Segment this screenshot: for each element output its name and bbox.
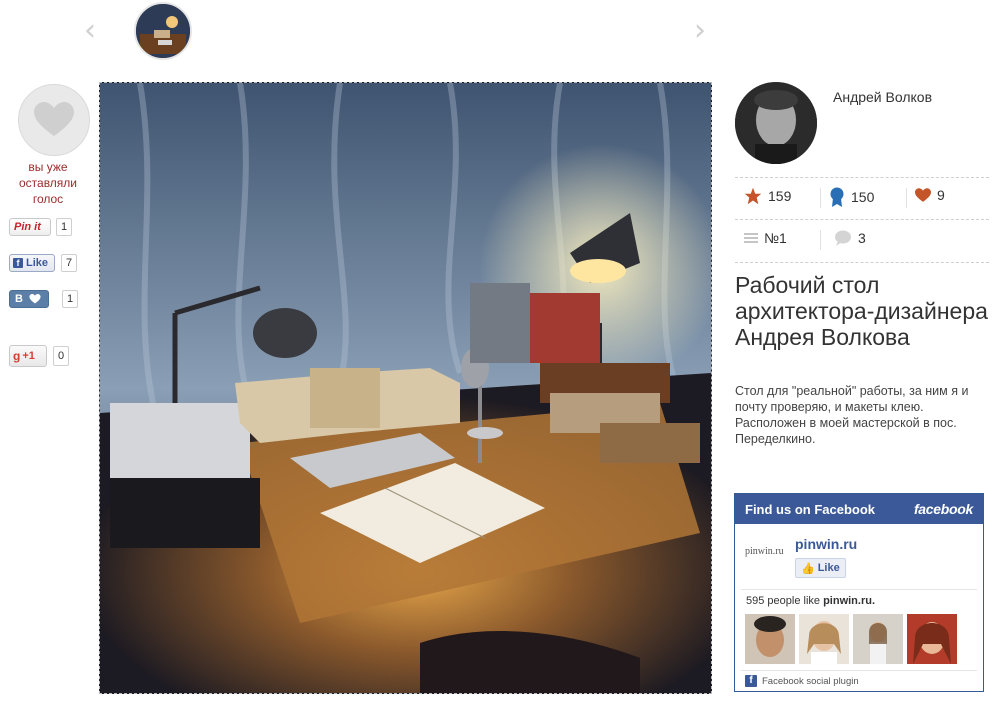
google-plus-button[interactable]: g +1 bbox=[9, 345, 47, 367]
likes-stat: 9 bbox=[915, 187, 945, 203]
prev-arrow-icon[interactable]: ‹ bbox=[84, 16, 96, 46]
facebook-like-button[interactable]: f Like bbox=[9, 254, 55, 272]
comments-stat[interactable]: 3 bbox=[834, 230, 866, 246]
vk-label: В bbox=[15, 293, 23, 305]
facebook-page-like-button[interactable]: 👍 Like bbox=[795, 558, 846, 578]
facebook-fan-avatar[interactable] bbox=[745, 614, 795, 664]
vote-status-text: вы уже оставляли голос bbox=[18, 160, 77, 206]
post-description: Стол для "реальной" работы, за ним я и п… bbox=[735, 384, 969, 446]
facebook-plugin-label[interactable]: Facebook social plugin bbox=[762, 676, 859, 687]
author-avatar[interactable] bbox=[735, 82, 817, 164]
facebook-fan-avatar[interactable] bbox=[907, 614, 957, 664]
stars-stat: 159 bbox=[744, 187, 791, 205]
facebook-page-name[interactable]: pinwin.ru bbox=[795, 536, 857, 552]
vote-button[interactable] bbox=[18, 84, 90, 156]
pinterest-count: 1 bbox=[56, 218, 73, 236]
google-plus-label: +1 bbox=[22, 350, 35, 362]
divider bbox=[735, 262, 989, 263]
award-ribbon-icon bbox=[830, 187, 844, 207]
facebook-people-count: 595 bbox=[746, 595, 765, 607]
list-icon bbox=[744, 233, 758, 243]
author-name[interactable]: Андрей Волков bbox=[833, 89, 932, 105]
facebook-like-box: Find us on Facebook facebook pinwin.ru p… bbox=[734, 493, 984, 692]
facebook-fan-avatar[interactable] bbox=[853, 614, 903, 664]
heart-icon bbox=[29, 294, 41, 304]
facebook-like-label: Like bbox=[26, 257, 49, 269]
facebook-logo: facebook bbox=[913, 501, 973, 517]
divider bbox=[820, 230, 821, 250]
likes-count: 9 bbox=[937, 187, 945, 203]
facebook-box-title: Find us on Facebook bbox=[745, 501, 876, 517]
heart-icon bbox=[915, 187, 931, 202]
facebook-page-like-label: Like bbox=[817, 562, 840, 574]
comment-bubble-icon bbox=[835, 230, 851, 246]
divider bbox=[735, 219, 989, 220]
heart-icon bbox=[34, 102, 74, 136]
awards-count: 150 bbox=[851, 189, 875, 205]
thumbs-up-icon: 👍 bbox=[801, 562, 815, 575]
pinterest-label: Pin it bbox=[14, 221, 41, 233]
vk-like-count: 1 bbox=[62, 290, 79, 308]
facebook-icon: f bbox=[13, 258, 23, 268]
facebook-box-header: Find us on Facebook facebook bbox=[735, 494, 983, 524]
pinwin-logo[interactable]: pinwin.ru bbox=[745, 546, 784, 557]
facebook-people-like-text: 595 people like pinwin.ru. bbox=[746, 595, 875, 607]
desk-photo-illustration bbox=[100, 83, 711, 693]
vk-like-button[interactable]: В bbox=[9, 290, 49, 308]
facebook-fan-avatar[interactable] bbox=[799, 614, 849, 664]
facebook-icon: f bbox=[745, 675, 757, 687]
divider bbox=[906, 188, 907, 208]
facebook-like-count: 7 bbox=[61, 254, 78, 272]
facebook-faces bbox=[745, 614, 957, 664]
divider bbox=[741, 670, 977, 671]
post-title: Рабочий стол архитектора-дизайнера Андре… bbox=[735, 272, 988, 350]
main-photo[interactable] bbox=[99, 82, 712, 694]
star-icon bbox=[744, 187, 762, 205]
google-plus-icon: g bbox=[13, 349, 21, 363]
divider bbox=[741, 589, 977, 590]
facebook-people-text: people like bbox=[767, 595, 821, 607]
divider bbox=[735, 177, 989, 178]
rank-value: №1 bbox=[764, 230, 787, 246]
google-plus-count: 0 bbox=[53, 346, 70, 366]
awards-stat: 150 bbox=[829, 187, 874, 207]
divider bbox=[820, 188, 821, 208]
current-thumbnail[interactable] bbox=[134, 2, 192, 60]
next-arrow-icon[interactable]: › bbox=[694, 16, 706, 46]
pinterest-button[interactable]: Pin it bbox=[9, 218, 51, 236]
stars-count: 159 bbox=[768, 188, 792, 204]
comments-count: 3 bbox=[858, 230, 866, 246]
facebook-plugin-footer: f Facebook social plugin bbox=[745, 675, 859, 687]
rank-stat: №1 bbox=[744, 230, 787, 246]
facebook-people-target: pinwin.ru. bbox=[823, 595, 876, 607]
